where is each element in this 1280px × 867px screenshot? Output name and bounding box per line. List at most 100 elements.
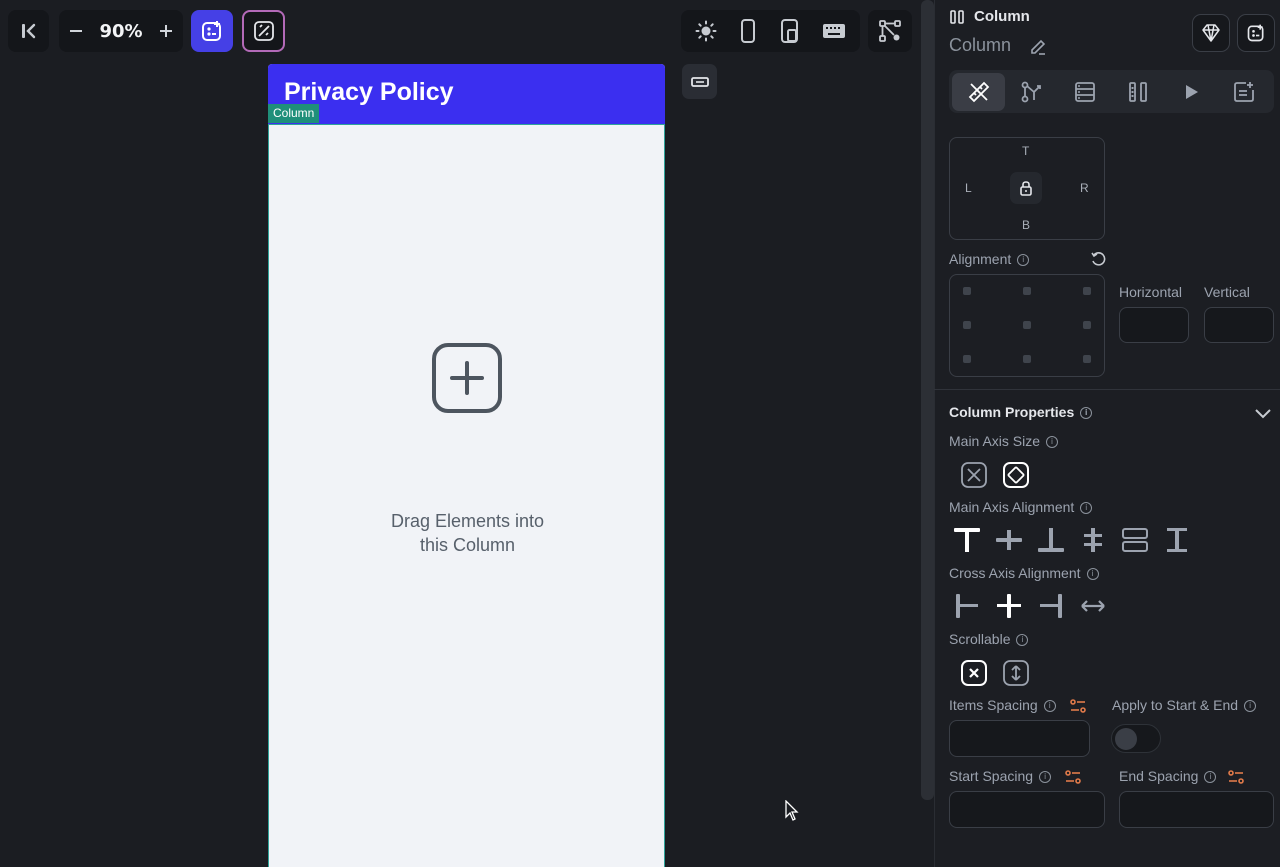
- info-icon[interactable]: i: [1080, 407, 1093, 420]
- tab-documentation[interactable]: [1218, 73, 1271, 111]
- info-icon[interactable]: i: [1080, 502, 1093, 515]
- alignment-bottom-left[interactable]: [963, 355, 971, 363]
- info-icon[interactable]: i: [1016, 634, 1029, 647]
- alignment-center-right[interactable]: [1083, 321, 1091, 329]
- app-bar[interactable]: Privacy Policy: [268, 64, 665, 124]
- padding-bottom-label[interactable]: B: [1022, 218, 1030, 232]
- add-element-icon[interactable]: [432, 343, 502, 417]
- column-tag: Column: [268, 104, 320, 123]
- main-axis-alignment-options: [946, 525, 1198, 555]
- padding-left-label[interactable]: L: [965, 181, 972, 195]
- main-axis-size-min-button[interactable]: [953, 460, 995, 490]
- add-widget-button[interactable]: [191, 10, 233, 52]
- info-icon[interactable]: i: [1017, 254, 1030, 267]
- alignment-center-left[interactable]: [963, 321, 971, 329]
- align-top-icon: [954, 528, 980, 552]
- main-axis-size-options: [953, 460, 1037, 490]
- alignment-center[interactable]: [1023, 321, 1031, 329]
- cross-axis-end-button[interactable]: [1030, 591, 1072, 621]
- scrollable-on-button[interactable]: [995, 658, 1037, 688]
- ai-gen-icon: [253, 21, 274, 41]
- tablet-preview-button[interactable]: [779, 19, 801, 43]
- vertical-input[interactable]: [1204, 307, 1274, 343]
- alignment-top-left[interactable]: [963, 287, 971, 295]
- alignment-bottom-right[interactable]: [1083, 355, 1091, 363]
- main-axis-start-button[interactable]: [946, 525, 988, 555]
- main-axis-space-between-button[interactable]: [1072, 525, 1114, 555]
- horizontal-label: Horizontal: [1119, 284, 1183, 300]
- keyboard-toggle-button[interactable]: [682, 64, 717, 99]
- info-icon[interactable]: i: [1039, 771, 1052, 784]
- diamond-icon: [1202, 24, 1220, 42]
- info-icon[interactable]: i: [1086, 568, 1099, 581]
- flow-button[interactable]: [868, 10, 912, 52]
- phone-canvas: Privacy Policy Column Drag Elements into…: [268, 64, 665, 867]
- align-hcenter-icon: [997, 594, 1021, 618]
- widget-name[interactable]: Column: [949, 35, 1011, 56]
- edit-icon[interactable]: [1029, 38, 1047, 56]
- variable-settings-icon[interactable]: [1064, 768, 1082, 786]
- apply-start-end-label: Apply to Start & End i: [1112, 697, 1257, 713]
- tab-animations[interactable]: [1165, 73, 1218, 111]
- start-spacing-input[interactable]: [949, 791, 1105, 828]
- align-right-icon: [1040, 594, 1062, 618]
- canvas-scrollbar[interactable]: [921, 0, 934, 800]
- alignment-top-right[interactable]: [1083, 287, 1091, 295]
- padding-right-label[interactable]: R: [1080, 181, 1089, 195]
- ai-generate-button[interactable]: [242, 10, 285, 52]
- main-axis-center-button[interactable]: [988, 525, 1030, 555]
- scroll-vertical-icon: [1003, 660, 1029, 686]
- padding-lock-button[interactable]: [1010, 172, 1042, 204]
- drop-hint-line1: Drag Elements into: [390, 511, 545, 531]
- ruler-pencil-icon: [968, 81, 989, 102]
- variable-settings-icon[interactable]: [1069, 697, 1087, 715]
- tab-actions[interactable]: [1005, 73, 1058, 111]
- info-icon[interactable]: i: [1046, 436, 1059, 449]
- padding-top-label[interactable]: T: [1022, 144, 1029, 158]
- lock-icon: [1020, 181, 1032, 196]
- tablet-icon: [780, 19, 798, 43]
- action-flow-icon: [1021, 81, 1041, 102]
- space-between-icon: [1084, 528, 1102, 552]
- no-scroll-icon: [961, 660, 987, 686]
- alignment-top-center[interactable]: [1023, 287, 1031, 295]
- zoom-out-button[interactable]: [67, 22, 85, 40]
- variable-settings-icon[interactable]: [1227, 768, 1245, 786]
- tab-generate-children[interactable]: [1112, 73, 1165, 111]
- items-spacing-input[interactable]: [949, 720, 1090, 757]
- tab-properties[interactable]: [952, 72, 1006, 111]
- premium-button[interactable]: [1192, 14, 1230, 52]
- keyboard-icon: [822, 24, 845, 38]
- add-to-library-button[interactable]: [1237, 14, 1275, 52]
- tab-backend-query[interactable]: [1058, 73, 1111, 111]
- end-spacing-input[interactable]: [1119, 791, 1274, 828]
- main-axis-space-evenly-button[interactable]: [1156, 525, 1198, 555]
- phone-preview-button[interactable]: [738, 19, 758, 43]
- info-icon[interactable]: i: [1204, 771, 1217, 784]
- align-left-icon: [956, 594, 978, 618]
- cross-axis-center-button[interactable]: [988, 591, 1030, 621]
- apply-start-end-toggle[interactable]: [1111, 724, 1161, 753]
- info-icon[interactable]: i: [1043, 700, 1056, 713]
- stretch-horizontal-icon: [1081, 600, 1105, 612]
- collapse-panel-icon: [21, 23, 35, 39]
- reset-icon[interactable]: [1090, 251, 1107, 268]
- theme-toggle-button[interactable]: [695, 20, 717, 42]
- main-axis-end-button[interactable]: [1030, 525, 1072, 555]
- chevron-down-icon[interactable]: [1254, 406, 1272, 420]
- scrollable-off-button[interactable]: [953, 658, 995, 688]
- app-bar-title[interactable]: Privacy Policy: [284, 78, 649, 107]
- zoom-control: 90%: [59, 10, 183, 52]
- horizontal-input[interactable]: [1119, 307, 1189, 343]
- keyboard-preview-button[interactable]: [822, 22, 846, 40]
- info-icon[interactable]: i: [1244, 700, 1257, 713]
- column-properties-title[interactable]: Column Properties i: [949, 404, 1093, 420]
- main-axis-space-around-button[interactable]: [1114, 525, 1156, 555]
- alignment-bottom-center[interactable]: [1023, 355, 1031, 363]
- cross-axis-stretch-button[interactable]: [1072, 591, 1114, 621]
- main-axis-size-max-button[interactable]: [995, 460, 1037, 490]
- cross-axis-start-button[interactable]: [946, 591, 988, 621]
- collapse-panel-button[interactable]: [8, 10, 49, 52]
- column-drop-area[interactable]: Drag Elements into this Column: [268, 124, 665, 867]
- zoom-in-button[interactable]: [157, 22, 175, 40]
